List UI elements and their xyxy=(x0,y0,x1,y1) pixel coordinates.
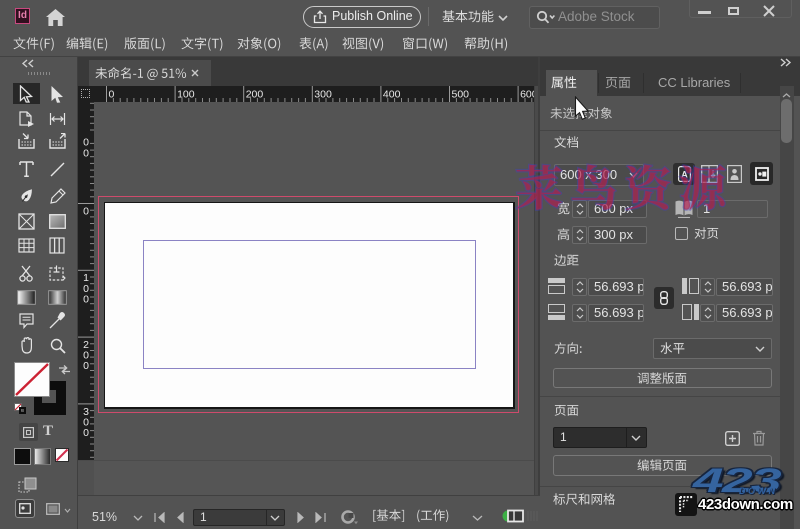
svg-text:300: 300 xyxy=(314,89,332,101)
svg-text:400: 400 xyxy=(383,89,401,101)
svg-text:0: 0 xyxy=(83,360,89,372)
svg-text:0: 0 xyxy=(83,427,89,439)
svg-text:0: 0 xyxy=(83,205,89,217)
svg-text:100: 100 xyxy=(177,89,195,101)
svg-text:0: 0 xyxy=(83,293,89,305)
svg-text:500: 500 xyxy=(452,89,470,101)
svg-text:0: 0 xyxy=(83,147,89,159)
svg-text:200: 200 xyxy=(246,89,264,101)
